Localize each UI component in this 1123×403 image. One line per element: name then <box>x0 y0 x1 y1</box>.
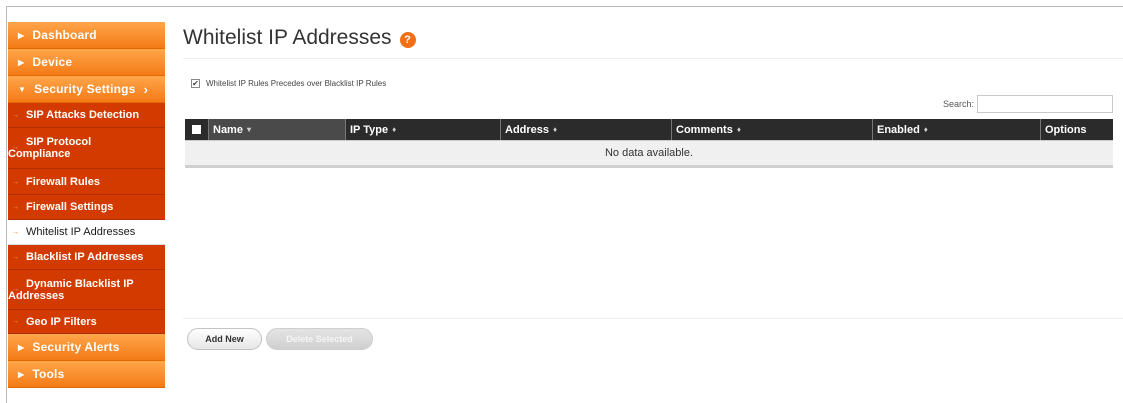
sidebar-item-firewall-rules[interactable]: → Firewall Rules <box>8 169 165 195</box>
sidebar-item-label: Firewall Settings <box>26 201 114 213</box>
bullet-icon: → <box>12 254 19 261</box>
column-label: Name <box>213 123 243 136</box>
arrow-down-icon: ▼ <box>18 84 27 94</box>
sidebar-item-firewall-settings[interactable]: → Firewall Settings <box>8 195 165 220</box>
nav-label: Security Alerts <box>32 340 120 354</box>
column-label: IP Type <box>350 123 389 136</box>
column-header-address[interactable]: Address ♦ <box>501 119 672 140</box>
sidebar: ▶ Dashboard ▶ Device ▼ Security Settings… <box>8 22 165 388</box>
column-header-comments[interactable]: Comments ♦ <box>672 119 873 140</box>
bullet-icon: → <box>12 112 19 119</box>
column-label: Options <box>1045 123 1087 136</box>
bullet-icon: → <box>12 179 19 186</box>
add-new-button[interactable]: Add New <box>187 328 262 350</box>
sort-icon: ♦ <box>923 125 928 134</box>
nav-label: Tools <box>32 367 65 381</box>
sort-desc-icon: ▾ <box>246 125 251 134</box>
main-content: Whitelist IP Addresses ? <box>183 22 1113 54</box>
sidebar-item-label: Firewall Rules <box>26 175 100 188</box>
column-label: Enabled <box>877 123 920 136</box>
bullet-icon: → <box>12 144 19 151</box>
sort-icon: ♦ <box>392 125 397 134</box>
nav-label: Device <box>32 55 73 69</box>
delete-selected-button[interactable]: Delete Selected <box>266 328 373 350</box>
help-icon[interactable]: ? <box>399 31 416 48</box>
column-label: Comments <box>676 123 733 136</box>
arrow-right-icon: ▶ <box>18 342 25 352</box>
divider <box>183 58 1123 59</box>
page-title: Whitelist IP Addresses <box>183 26 392 49</box>
whitelist-precedence-option[interactable]: ✔ Whitelist IP Rules Precedes over Black… <box>191 79 386 88</box>
sidebar-item-blacklist-ip-addresses[interactable]: → Blacklist IP Addresses <box>8 245 165 270</box>
select-all-checkbox[interactable] <box>192 125 201 134</box>
nav-label: Dashboard <box>32 28 97 42</box>
nav-security-settings[interactable]: ▼ Security Settings › <box>8 76 165 103</box>
search-label: Search: <box>942 99 974 109</box>
column-header-enabled[interactable]: Enabled ♦ <box>873 119 1041 140</box>
sidebar-item-label-line1: Dynamic Blacklist IP <box>26 277 134 290</box>
column-header-options: Options <box>1041 119 1113 140</box>
sidebar-item-geo-ip-filters[interactable]: → Geo IP Filters <box>8 310 165 334</box>
window-frame <box>6 6 1123 403</box>
nav-dashboard[interactable]: ▶ Dashboard <box>8 22 165 49</box>
sidebar-item-label: Blacklist IP Addresses <box>26 251 144 263</box>
select-all-cell[interactable] <box>185 119 209 140</box>
bullet-icon: → <box>12 229 19 236</box>
sidebar-item-dynamic-blacklist-ip-addresses[interactable]: → Dynamic Blacklist IP Addresses <box>8 270 165 310</box>
nav-tools[interactable]: ▶ Tools <box>8 361 165 388</box>
table-header: Name ▾ IP Type ♦ Address ♦ Comments ♦ En… <box>185 119 1113 140</box>
nav-security-alerts[interactable]: ▶ Security Alerts <box>8 334 165 361</box>
empty-table-message: No data available. <box>185 140 1113 168</box>
search-box: Search: <box>943 95 1113 113</box>
sidebar-item-label-line2: Addresses <box>8 289 65 302</box>
bullet-icon: → <box>12 204 19 211</box>
column-header-ip-type[interactable]: IP Type ♦ <box>346 119 501 140</box>
arrow-right-icon: ▶ <box>18 369 25 379</box>
sidebar-item-sip-attacks-detection[interactable]: → SIP Attacks Detection <box>8 103 165 128</box>
bullet-icon: → <box>12 286 19 293</box>
bullet-icon: → <box>12 318 19 325</box>
nav-label: Security Settings <box>34 82 136 96</box>
arrow-right-icon: ▶ <box>18 57 25 67</box>
sidebar-item-whitelist-ip-addresses[interactable]: → Whitelist IP Addresses <box>8 220 165 245</box>
whitelist-precedence-label: Whitelist IP Rules Precedes over Blackli… <box>206 79 387 88</box>
arrow-right-icon: ▶ <box>18 30 25 40</box>
title-row: Whitelist IP Addresses ? <box>183 22 1113 54</box>
divider <box>183 318 1123 319</box>
sidebar-item-label: Whitelist IP Addresses <box>26 226 136 238</box>
whitelist-precedence-checkbox[interactable]: ✔ <box>191 79 200 88</box>
whitelist-table: Name ▾ IP Type ♦ Address ♦ Comments ♦ En… <box>185 119 1113 168</box>
sort-icon: ♦ <box>736 125 741 134</box>
sidebar-item-sip-protocol-compliance[interactable]: → SIP Protocol Compliance <box>8 128 165 169</box>
sidebar-item-label: SIP Attacks Detection <box>26 109 140 121</box>
nav-device[interactable]: ▶ Device <box>8 49 165 76</box>
column-header-name[interactable]: Name ▾ <box>209 119 346 140</box>
column-label: Address <box>505 123 550 136</box>
sidebar-item-label: Geo IP Filters <box>26 315 97 328</box>
search-input[interactable] <box>977 95 1113 113</box>
chevron-right-icon: › <box>143 81 149 97</box>
sort-icon: ♦ <box>553 125 558 134</box>
